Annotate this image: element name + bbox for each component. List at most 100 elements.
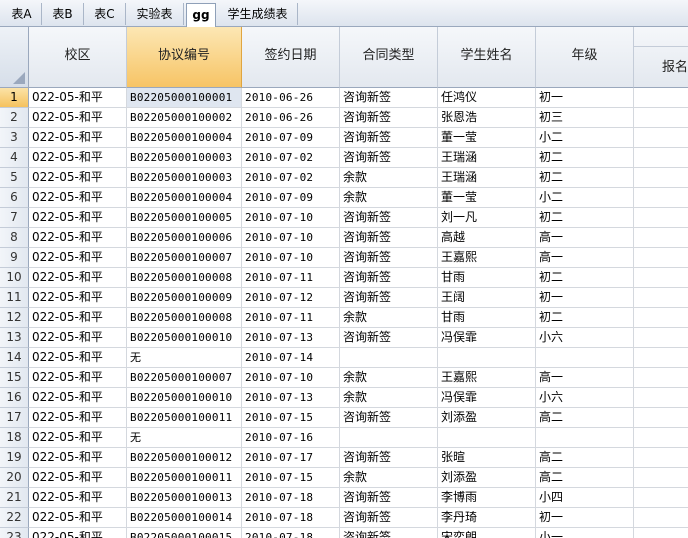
row-header[interactable]: 13 — [0, 328, 29, 348]
row-header[interactable]: 2 — [0, 108, 29, 128]
cell-signup[interactable] — [634, 288, 688, 308]
cell-campus[interactable]: 022-05-和平 — [29, 228, 127, 248]
cell-contract-type[interactable]: 咨询新签 — [340, 328, 438, 348]
cell-agreement-no[interactable]: B02205000100007 — [127, 368, 242, 388]
cell-student-name[interactable]: 张暄 — [438, 448, 536, 468]
cell-signup[interactable] — [634, 228, 688, 248]
sheet-tab-4[interactable]: 实验表 — [126, 3, 184, 25]
cell-sign-date[interactable]: 2010-07-18 — [242, 488, 340, 508]
cell-sign-date[interactable]: 2010-07-02 — [242, 168, 340, 188]
cell-contract-type[interactable]: 咨询新签 — [340, 268, 438, 288]
cell-agreement-no[interactable]: B02205000100015 — [127, 528, 242, 538]
cell-agreement-no[interactable]: 无 — [127, 348, 242, 368]
cell-signup[interactable] — [634, 248, 688, 268]
cell-student-name[interactable]: 刘添盈 — [438, 468, 536, 488]
row-header[interactable]: 18 — [0, 428, 29, 448]
column-header-grade[interactable]: 年级 — [536, 27, 634, 88]
cell-student-name[interactable]: 刘一凡 — [438, 208, 536, 228]
cell-signup[interactable] — [634, 468, 688, 488]
cell-student-name[interactable]: 冯俣霏 — [438, 388, 536, 408]
cell-grade[interactable] — [536, 428, 634, 448]
cell-agreement-no[interactable]: B02205000100014 — [127, 508, 242, 528]
cell-student-name[interactable] — [438, 428, 536, 448]
select-all-corner[interactable] — [0, 27, 29, 88]
cell-agreement-no[interactable]: B02205000100009 — [127, 288, 242, 308]
cell-contract-type[interactable]: 咨询新签 — [340, 208, 438, 228]
cell-student-name[interactable]: 高越 — [438, 228, 536, 248]
cell-grade[interactable]: 初一 — [536, 288, 634, 308]
cell-contract-type[interactable] — [340, 428, 438, 448]
cell-signup[interactable] — [634, 528, 688, 538]
cell-signup[interactable] — [634, 128, 688, 148]
cell-sign-date[interactable]: 2010-07-10 — [242, 208, 340, 228]
cell-signup[interactable] — [634, 188, 688, 208]
cell-campus[interactable]: 022-05-和平 — [29, 368, 127, 388]
cell-sign-date[interactable]: 2010-07-17 — [242, 448, 340, 468]
cell-signup[interactable] — [634, 348, 688, 368]
cell-campus[interactable]: 022-05-和平 — [29, 108, 127, 128]
cell-contract-type[interactable]: 咨询新签 — [340, 508, 438, 528]
cell-student-name[interactable]: 王瑞涵 — [438, 168, 536, 188]
cell-sign-date[interactable]: 2010-07-10 — [242, 368, 340, 388]
row-header[interactable]: 21 — [0, 488, 29, 508]
cell-sign-date[interactable]: 2010-07-13 — [242, 328, 340, 348]
cell-sign-date[interactable]: 2010-07-09 — [242, 128, 340, 148]
cell-student-name[interactable]: 甘雨 — [438, 308, 536, 328]
cell-agreement-no[interactable]: B02205000100003 — [127, 168, 242, 188]
cell-agreement-no[interactable]: B02205000100012 — [127, 448, 242, 468]
cell-grade[interactable]: 高二 — [536, 448, 634, 468]
cell-contract-type[interactable]: 咨询新签 — [340, 88, 438, 108]
row-header[interactable]: 22 — [0, 508, 29, 528]
cell-grade[interactable]: 初一 — [536, 508, 634, 528]
cell-signup[interactable] — [634, 408, 688, 428]
cell-campus[interactable]: 022-05-和平 — [29, 388, 127, 408]
cell-grade[interactable]: 初二 — [536, 168, 634, 188]
cell-student-name[interactable]: 王嘉熙 — [438, 248, 536, 268]
cell-signup[interactable] — [634, 268, 688, 288]
cell-campus[interactable]: 022-05-和平 — [29, 448, 127, 468]
row-header[interactable]: 17 — [0, 408, 29, 428]
cell-sign-date[interactable]: 2010-07-02 — [242, 148, 340, 168]
column-header-student-name[interactable]: 学生姓名 — [438, 27, 536, 88]
cell-campus[interactable]: 022-05-和平 — [29, 248, 127, 268]
cell-agreement-no[interactable]: B02205000100001 — [127, 88, 242, 108]
cell-agreement-no[interactable]: B02205000100013 — [127, 488, 242, 508]
cell-agreement-no[interactable]: B02205000100007 — [127, 248, 242, 268]
cell-contract-type[interactable] — [340, 348, 438, 368]
cell-contract-type[interactable]: 咨询新签 — [340, 248, 438, 268]
cell-agreement-no[interactable]: B02205000100006 — [127, 228, 242, 248]
row-header[interactable]: 10 — [0, 268, 29, 288]
cell-grade[interactable]: 初二 — [536, 208, 634, 228]
cell-signup[interactable] — [634, 428, 688, 448]
cell-student-name[interactable] — [438, 348, 536, 368]
cell-grade[interactable]: 小六 — [536, 328, 634, 348]
cell-student-name[interactable]: 任鸿仪 — [438, 88, 536, 108]
row-header[interactable]: 6 — [0, 188, 29, 208]
cell-campus[interactable]: 022-05-和平 — [29, 268, 127, 288]
cell-sign-date[interactable]: 2010-07-12 — [242, 288, 340, 308]
cell-signup[interactable] — [634, 308, 688, 328]
cell-contract-type[interactable]: 咨询新签 — [340, 128, 438, 148]
cell-sign-date[interactable]: 2010-07-09 — [242, 188, 340, 208]
cell-agreement-no[interactable]: B02205000100011 — [127, 408, 242, 428]
cell-student-name[interactable]: 王瑞涵 — [438, 148, 536, 168]
row-header[interactable]: 15 — [0, 368, 29, 388]
cell-student-name[interactable]: 王嘉熙 — [438, 368, 536, 388]
cell-student-name[interactable]: 冯俣霏 — [438, 328, 536, 348]
sheet-tab-6[interactable]: 学生成绩表 — [218, 3, 298, 25]
cell-grade[interactable]: 初一 — [536, 88, 634, 108]
cell-agreement-no[interactable]: B02205000100004 — [127, 188, 242, 208]
cell-campus[interactable]: 022-05-和平 — [29, 188, 127, 208]
row-header[interactable]: 20 — [0, 468, 29, 488]
cell-grade[interactable]: 高一 — [536, 248, 634, 268]
cell-contract-type[interactable]: 余款 — [340, 308, 438, 328]
cell-campus[interactable]: 022-05-和平 — [29, 168, 127, 188]
cell-sign-date[interactable]: 2010-07-18 — [242, 508, 340, 528]
cell-contract-type[interactable]: 咨询新签 — [340, 288, 438, 308]
row-header[interactable]: 3 — [0, 128, 29, 148]
cell-grade[interactable]: 小二 — [536, 188, 634, 208]
cell-signup[interactable] — [634, 508, 688, 528]
cell-sign-date[interactable]: 2010-07-15 — [242, 468, 340, 488]
row-header[interactable]: 4 — [0, 148, 29, 168]
cell-signup[interactable] — [634, 108, 688, 128]
